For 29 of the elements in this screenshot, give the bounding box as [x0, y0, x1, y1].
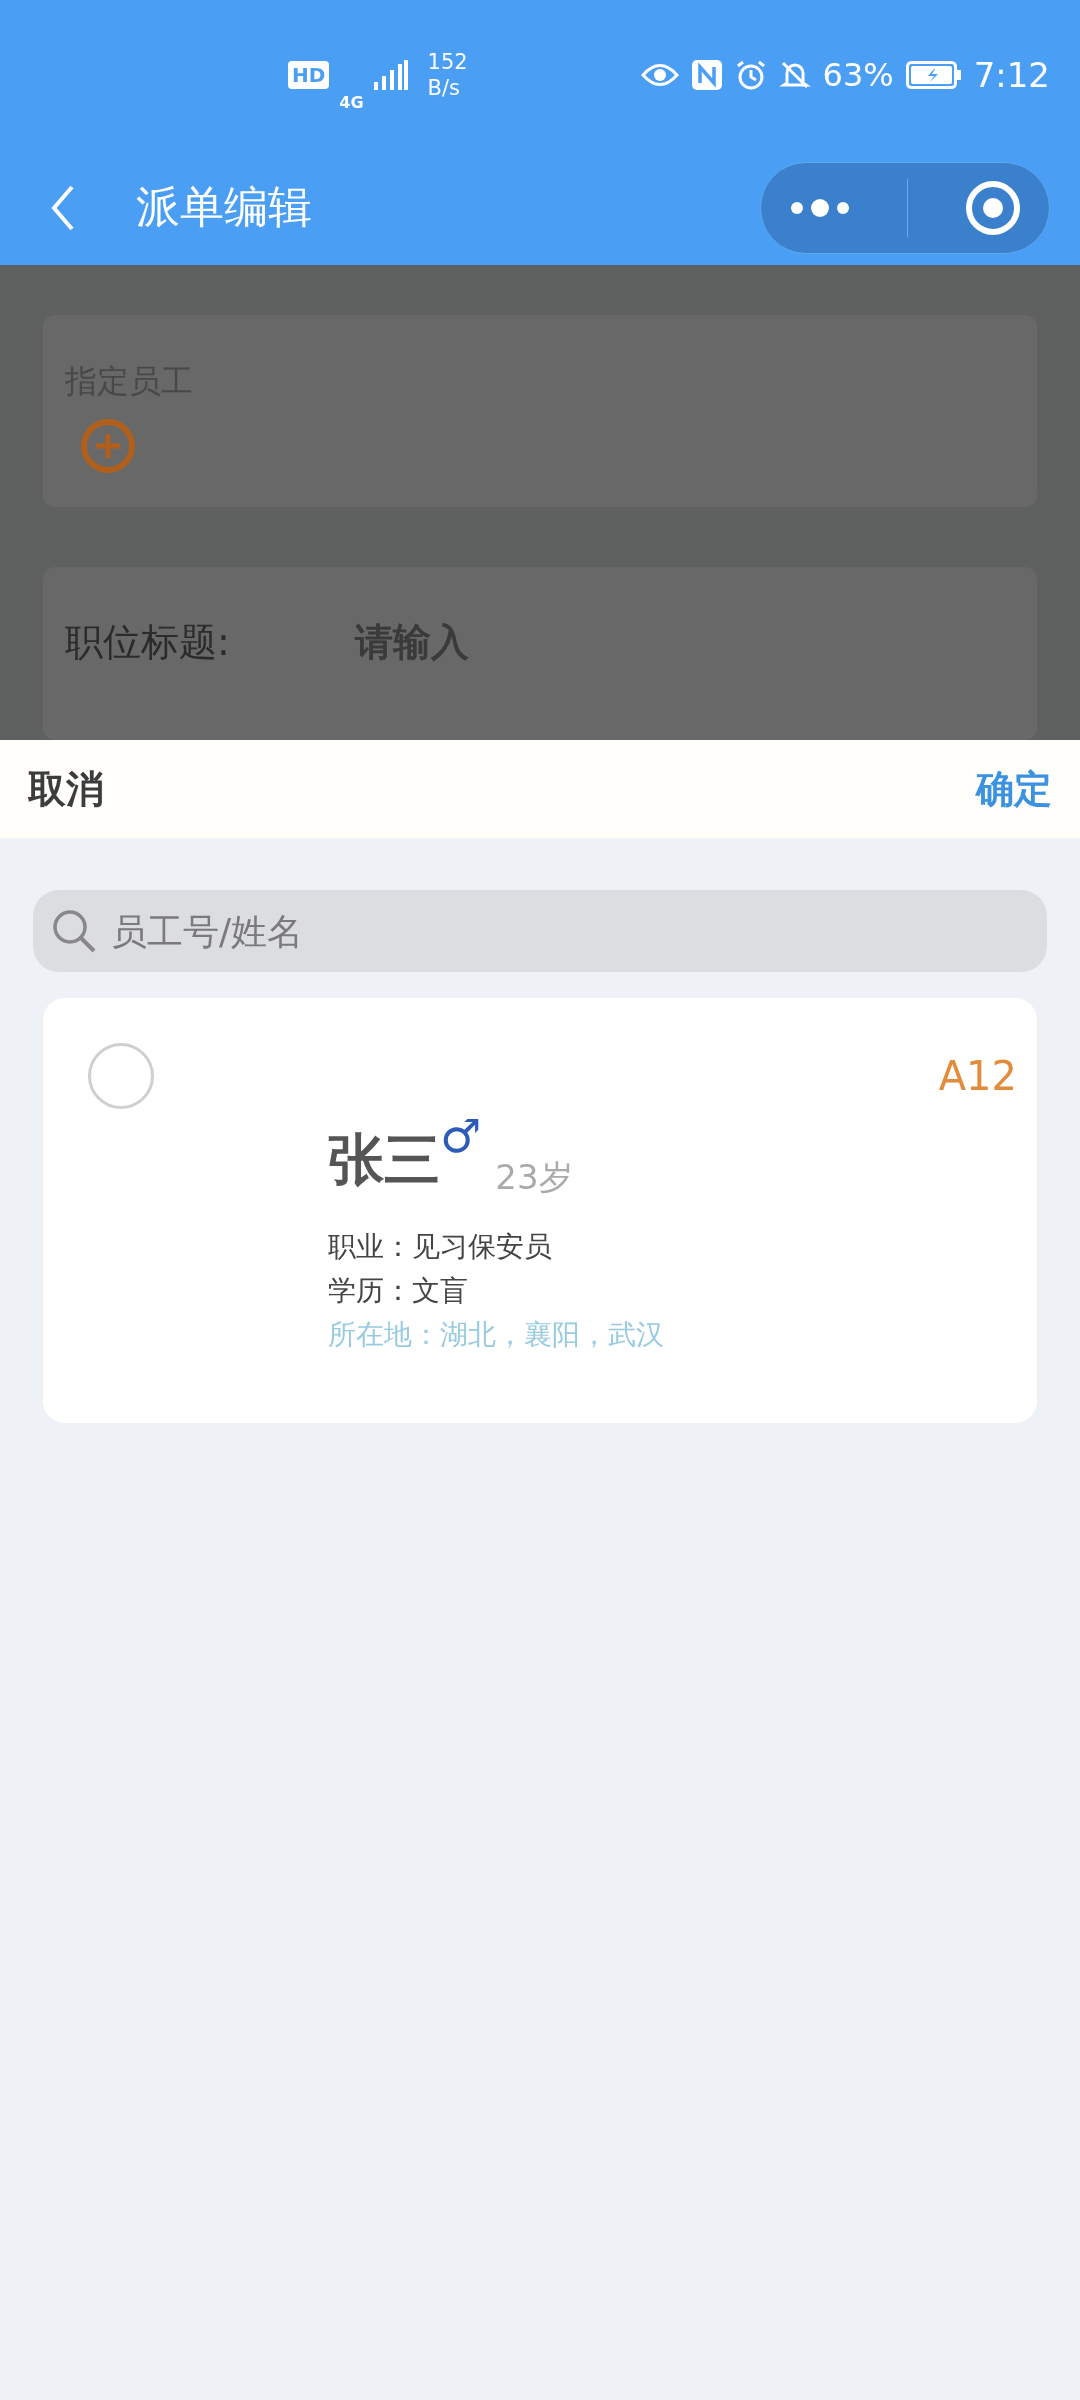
- network-type: 4G: [339, 93, 364, 112]
- employee-card[interactable]: A12 张三♂ 23岁 职业：见习保安员 学历：文盲 所在地：湖北，襄阳，武汉: [43, 998, 1037, 1423]
- gender-symbol: ♂: [440, 1113, 482, 1159]
- search-icon: [51, 908, 97, 954]
- speed-value: 152: [427, 49, 468, 75]
- battery-percent: 63%: [822, 56, 894, 94]
- page-title: 派单编辑: [136, 180, 313, 234]
- select-radio[interactable]: [88, 1043, 154, 1109]
- search-field[interactable]: 员工号/姓名: [33, 890, 1047, 972]
- education-text: 学历：文盲: [328, 1273, 469, 1309]
- nfc-icon: [690, 59, 723, 91]
- more-icon[interactable]: [789, 198, 852, 217]
- employee-name: 张三: [328, 1126, 440, 1194]
- cancel-button[interactable]: 取消: [28, 763, 104, 815]
- close-target-icon[interactable]: [964, 179, 1021, 236]
- signal-icon: [373, 60, 408, 90]
- alarm-icon: [734, 59, 767, 91]
- location-text: 所在地：湖北，襄阳，武汉: [328, 1317, 665, 1353]
- employee-code: A12: [938, 1053, 1017, 1099]
- battery-icon: [905, 61, 962, 89]
- clock-time: 7:12: [973, 55, 1050, 95]
- occupation-text: 职业：见习保安员: [328, 1229, 553, 1265]
- hd-badge: HD: [288, 61, 330, 89]
- speed-unit: B/s: [427, 75, 462, 101]
- eye-icon: [640, 62, 679, 88]
- back-icon[interactable]: [50, 183, 76, 232]
- mute-bell-icon: [778, 59, 811, 91]
- employee-age: 23岁: [495, 1156, 573, 1199]
- title-label: 职位标题:: [65, 619, 231, 667]
